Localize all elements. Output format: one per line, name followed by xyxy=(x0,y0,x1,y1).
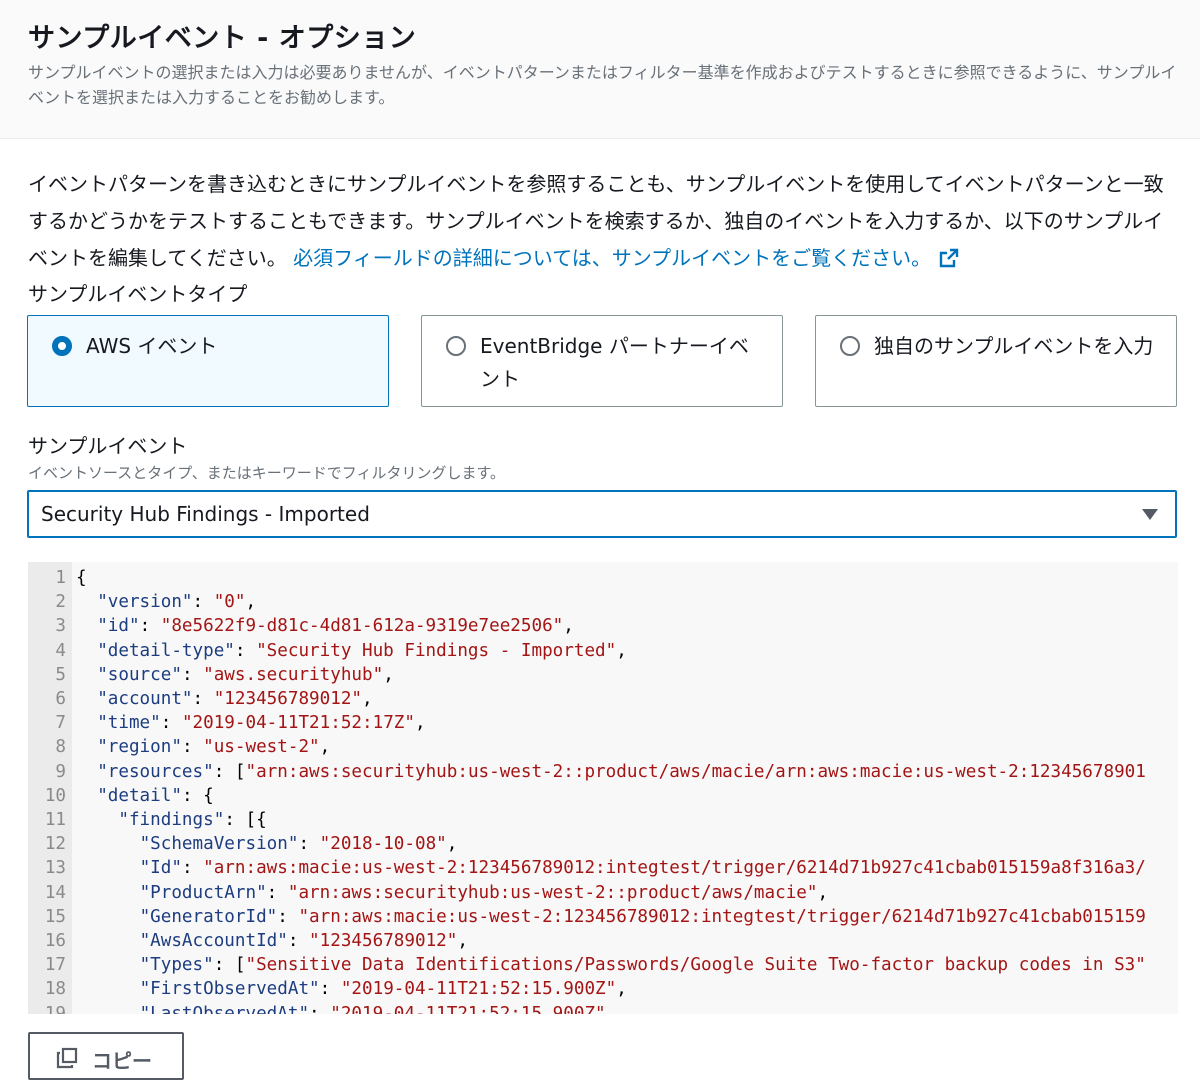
line-number: 7 xyxy=(55,713,66,734)
line-number: 6 xyxy=(55,689,66,709)
option-label: 独自のサンプルイベントを入力 xyxy=(874,334,1154,358)
code-text: "version": "0", xyxy=(97,592,257,613)
external-link-icon xyxy=(939,243,959,280)
code-text: "AwsAccountId": "123456789012", xyxy=(139,931,468,951)
line-number: 13 xyxy=(44,858,66,879)
code-value: : [{ xyxy=(224,810,267,830)
select-value: Security Hub Findings - Imported xyxy=(41,502,370,526)
code-text: "GeneratorId": "arn:aws:macie:us-west-2:… xyxy=(139,906,1146,927)
code-text: "findings": [{ xyxy=(118,810,267,830)
section-description: サンプルイベントの選択または入力は必要ありませんが、イベントパターンまたはフィル… xyxy=(28,63,1177,107)
sample-event-hint: イベントソースとタイプ、またはキーワードでフィルタリングします。 xyxy=(28,464,506,482)
line-number: 8 xyxy=(55,737,66,758)
line-number: 3 xyxy=(55,616,66,637)
code-text: "id": "8e5622f9-d81c-4d81-612a-9319e7ee2… xyxy=(97,616,574,637)
code-text: "resources": ["arn:aws:securityhub:us-we… xyxy=(97,761,1146,782)
code-value: : "8e5622f9-d81c-4d81-612a-9319e7ee2506"… xyxy=(139,616,574,637)
caret-down-icon xyxy=(1142,509,1158,520)
event-type-label: サンプルイベントタイプ xyxy=(28,282,248,306)
radio-button[interactable] xyxy=(840,336,860,356)
sample-event-select[interactable]: Security Hub Findings - Imported xyxy=(27,490,1177,538)
code-text: { xyxy=(76,566,87,590)
line-number: 18 xyxy=(44,979,66,1000)
line-number: 10 xyxy=(44,785,66,806)
line-number: 9 xyxy=(55,761,66,782)
radio-button[interactable] xyxy=(446,336,466,356)
page-title: サンプルイベント - オプション xyxy=(28,23,417,54)
code-editor[interactable]: 1 {2 "version": "0", 3 "id": "8e5622f9-d81… xyxy=(28,562,1178,1014)
code-value: : "us-west-2", xyxy=(181,737,331,758)
line-number: 4 xyxy=(55,640,66,661)
line-number: 1 xyxy=(55,568,66,588)
code-value: : "0", xyxy=(192,592,257,613)
code-value: : "2019-04-11T21:52:17Z", xyxy=(160,713,426,734)
line-number: 2 xyxy=(55,592,66,613)
sample-event-docs-link[interactable]: 必須フィールドの詳細については、サンプルイベントをご覧ください。 xyxy=(293,246,959,270)
copy-button-label: コピー xyxy=(92,1049,152,1073)
code-value: : "123456789012", xyxy=(192,689,373,709)
code-text: "Id": "arn:aws:macie:us-west-2:123456789… xyxy=(139,858,1146,879)
line-number: 14 xyxy=(44,882,66,903)
code-text: "LastObservedAt": "2019-04-11T21:52:15.9… xyxy=(76,1002,617,1014)
line-number: 5 xyxy=(55,664,66,685)
code-text: "source": "aws.securityhub", xyxy=(97,664,394,685)
code-text: "region": "us-west-2", xyxy=(97,737,331,758)
code-text: "ProductArn": "arn:aws:securityhub:us-we… xyxy=(139,882,829,903)
event-type-option-custom[interactable]: 独自のサンプルイベントを入力 xyxy=(815,315,1177,407)
code-value: { xyxy=(76,568,87,588)
code-value: : ["arn:aws:securityhub:us-west-2::produ… xyxy=(213,761,1146,782)
option-label: EventBridge パートナーイベント xyxy=(480,334,749,391)
line-number: 15 xyxy=(44,906,66,927)
code-text: "detail": { xyxy=(97,785,214,806)
line-number: 16 xyxy=(44,931,66,951)
event-type-option-aws[interactable]: AWS イベント xyxy=(27,315,389,407)
code-text: "account": "123456789012", xyxy=(97,689,373,709)
code-value: : { xyxy=(181,785,214,806)
option-label: AWS イベント xyxy=(86,334,218,358)
event-type-option-partner[interactable]: EventBridge パートナーイベント xyxy=(421,315,783,407)
code-text: "time": "2019-04-11T21:52:17Z", xyxy=(97,713,426,734)
section-header: サンプルイベント - オプション サンプルイベントの選択または入力は必要ありませ… xyxy=(0,0,1200,139)
line-number: 12 xyxy=(44,834,66,855)
copy-button[interactable]: コピー xyxy=(28,1032,184,1080)
code-value: : "arn:aws:macie:us-west-2:123456789012:… xyxy=(181,858,1146,879)
code-value: : "Security Hub Findings - Imported", xyxy=(234,640,627,661)
code-value: : "2018-10-08", xyxy=(298,834,458,855)
code-value: : "2019-04-11T21:52:15.900Z", xyxy=(309,1003,617,1014)
code-value: : "arn:aws:securityhub:us-west-2::produc… xyxy=(266,882,829,903)
code-value: : "123456789012", xyxy=(287,931,468,951)
code-value: : "2019-04-11T21:52:15.900Z", xyxy=(319,979,627,1000)
line-number: 11 xyxy=(44,810,66,830)
line-number: 17 xyxy=(44,955,66,976)
code-value: : ["Sensitive Data Identifications/Passw… xyxy=(213,955,1146,976)
sample-event-label: サンプルイベント xyxy=(28,434,188,458)
code-value: : "arn:aws:macie:us-west-2:123456789012:… xyxy=(277,906,1146,927)
code-text: "SchemaVersion": "2018-10-08", xyxy=(139,834,458,855)
radio-button[interactable] xyxy=(52,336,72,356)
code-text: "FirstObservedAt": "2019-04-11T21:52:15.… xyxy=(139,979,627,1000)
code-text: "Types": ["Sensitive Data Identification… xyxy=(139,955,1146,976)
intro-text: イベントパターンを書き込むときにサンプルイベントを参照することも、サンプルイベン… xyxy=(28,166,1178,280)
copy-icon xyxy=(56,1047,78,1073)
line-number: 19 xyxy=(44,1003,66,1014)
code-value: : "aws.securityhub", xyxy=(181,664,394,685)
code-text: "detail-type": "Security Hub Findings - … xyxy=(97,640,627,661)
